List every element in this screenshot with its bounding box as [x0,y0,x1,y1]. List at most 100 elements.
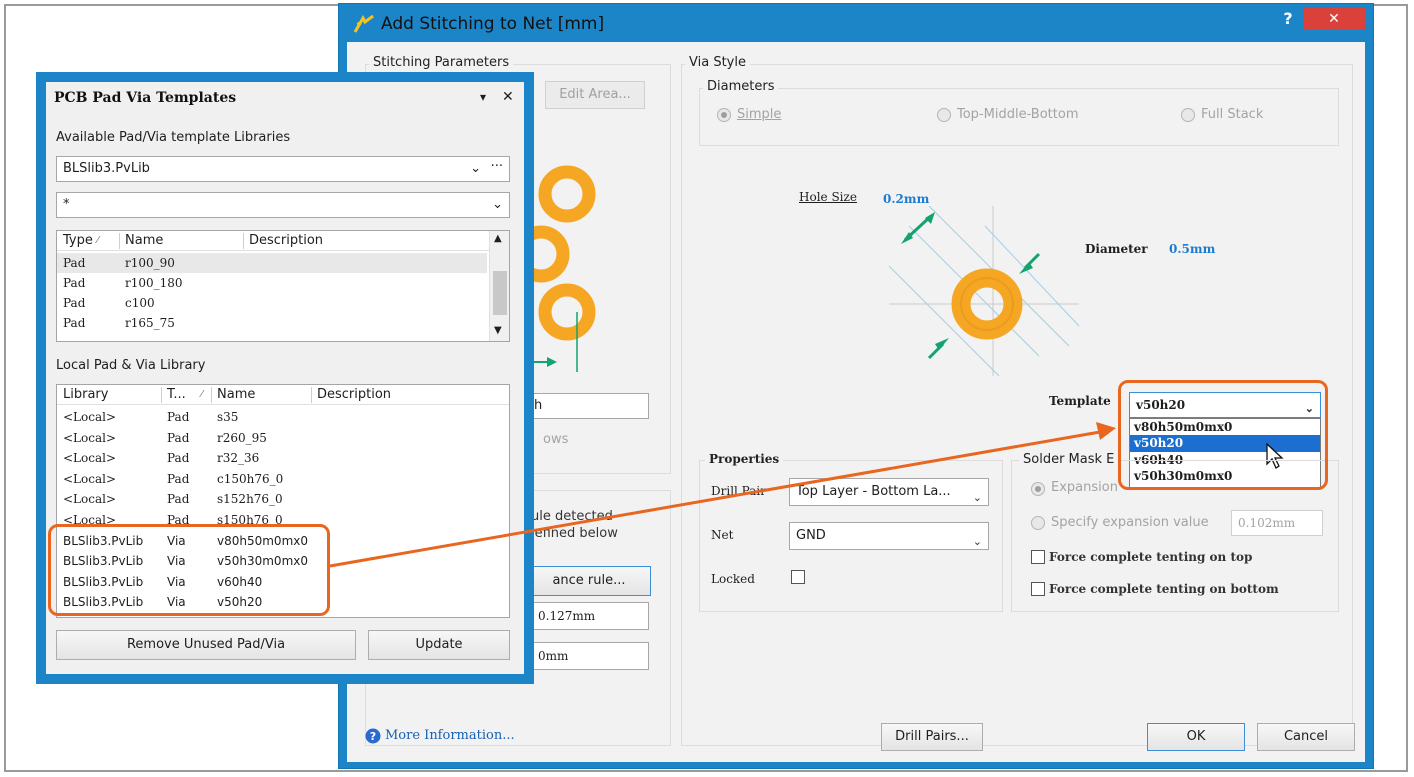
radio-simple-label: Simple [737,107,782,122]
dialog-title-bar[interactable]: Add Stitching to Net [mm] ? ✕ [339,4,1373,42]
via-diagram [889,206,1080,376]
panel-close-icon[interactable]: ✕ [502,89,514,105]
local-list-header: Library T... ⁄ Name Description [57,385,509,405]
template-list: Type ⁄ Name Description Pad r100_90 Pad … [56,230,510,342]
force-bottom-checkbox[interactable] [1031,582,1045,596]
sort-icon: ⁄ [201,389,203,400]
clearance-field[interactable]: 0.127mm [531,602,649,630]
rows-label: ows [543,432,569,447]
col-name[interactable]: Name [125,231,163,251]
drill-pair-dropdown[interactable]: Top Layer - Bottom La... ⌄ [789,478,989,506]
radio-expansion[interactable] [1031,482,1045,496]
row-type: Pad [167,492,190,507]
row-type: Pad [63,256,86,270]
stitching-parameters-label: Stitching Parameters [369,55,514,70]
template-list-header: Type ⁄ Name Description [57,231,509,251]
net-dropdown[interactable]: GND ⌄ [789,522,989,550]
locked-label: Locked [711,572,755,586]
drill-pair-label: Drill Pair [711,484,766,498]
via-style-label: Via Style [685,55,750,70]
diameters-label: Diameters [703,79,779,94]
dialog-title: Add Stitching to Net [mm] [381,14,605,34]
col-description[interactable]: Description [249,231,323,251]
col-library[interactable]: Library [63,385,108,405]
net-value: GND [796,528,826,543]
row-type: Pad [63,316,86,330]
chevron-down-icon: ⌄ [972,491,982,504]
row-library: <Local> [63,471,117,486]
filter-value: * [63,197,70,212]
row-name: s35 [217,410,239,424]
scroll-down-icon[interactable]: ▼ [494,325,502,336]
force-bottom-label: Force complete tenting on bottom [1049,582,1279,596]
specify-expansion-label: Specify expansion value [1051,515,1209,530]
filter-dropdown[interactable]: * ⌄ [56,192,510,218]
chevron-down-icon: ⌄ [492,197,503,212]
radio-specify-expansion[interactable] [1031,516,1045,530]
net-label: Net [711,528,734,542]
drill-pairs-button[interactable]: Drill Pairs... [881,723,983,751]
row-type: Pad [167,410,190,424]
offset-field[interactable]: 0mm [531,642,649,670]
row-type: Pad [167,451,190,466]
hole-size-value: 0.2mm [883,192,930,206]
scroll-up-icon[interactable]: ▲ [494,233,502,244]
help-button[interactable]: ? [1277,9,1299,31]
row-name: s152h76_0 [217,492,283,507]
radio-full-stack[interactable] [1181,108,1195,122]
force-top-checkbox[interactable] [1031,550,1045,564]
drill-pair-value: Top Layer - Bottom La... [796,484,951,499]
solder-mask-label: Solder Mask E [1019,452,1119,467]
table-row[interactable]: Pad r100_90 [57,253,487,273]
row-name: r100_180 [125,276,183,290]
panel-title: PCB Pad Via Templates [54,90,237,106]
row-name: r165_75 [125,316,175,330]
svg-text:?: ? [370,730,376,743]
ok-button[interactable]: OK [1147,723,1245,751]
col-name[interactable]: Name [217,385,255,405]
locked-checkbox[interactable] [791,570,805,584]
row-type: Pad [63,296,86,310]
row-type: Pad [63,276,86,290]
rule-defined-text: lefined below [531,526,618,541]
row-library: <Local> [63,492,117,507]
more-options-icon[interactable]: ··· [491,155,503,179]
close-button[interactable]: ✕ [1303,8,1365,30]
cancel-button[interactable]: Cancel [1257,723,1355,751]
scroll-thumb[interactable] [493,271,507,315]
stitching-icon [353,14,374,33]
row-library: <Local> [63,451,117,466]
help-info-icon: ? [365,728,381,744]
chevron-down-icon: ⌄ [972,535,982,548]
panel-pin-icon[interactable]: ▾ [480,90,486,104]
row-name: c100 [125,296,155,310]
row-name: c150h76_0 [217,471,284,486]
radio-full-label: Full Stack [1201,107,1264,122]
rule-detected-text: ule detected [531,509,613,524]
col-type[interactable]: Type [63,231,93,251]
chevron-down-icon: ⌄ [470,161,481,176]
specify-expansion-field[interactable]: 0.102mm [1231,510,1323,536]
radio-top-middle-bottom[interactable] [937,108,951,122]
properties-label: Properties [705,452,784,466]
row-type: Pad [167,430,190,445]
library-dropdown[interactable]: BLSlib3.PvLib ⌄ ··· [56,156,510,182]
remove-unused-button[interactable]: Remove Unused Pad/Via [56,630,356,660]
sort-icon: ⁄ [97,235,99,246]
more-information-link[interactable]: More Information... [385,728,515,743]
pattern-spacing-field[interactable]: h [527,393,649,419]
radio-simple[interactable] [717,108,731,122]
scrollbar[interactable]: ▲ ▼ [489,231,509,341]
edit-area-button[interactable]: Edit Area... [545,81,645,109]
update-button[interactable]: Update [368,630,510,660]
row-name: r32_36 [217,451,260,466]
local-library-label: Local Pad & Via Library [56,358,206,373]
col-description[interactable]: Description [317,385,391,405]
diameter-value: 0.5mm [1169,242,1216,256]
col-type[interactable]: T... [167,385,186,405]
clearance-rule-button[interactable]: ance rule... [527,566,651,596]
force-top-label: Force complete tenting on top [1049,550,1253,564]
expansion-label: Expansion [1051,480,1118,495]
row-library: <Local> [63,430,117,445]
row-type: Pad [167,471,190,486]
